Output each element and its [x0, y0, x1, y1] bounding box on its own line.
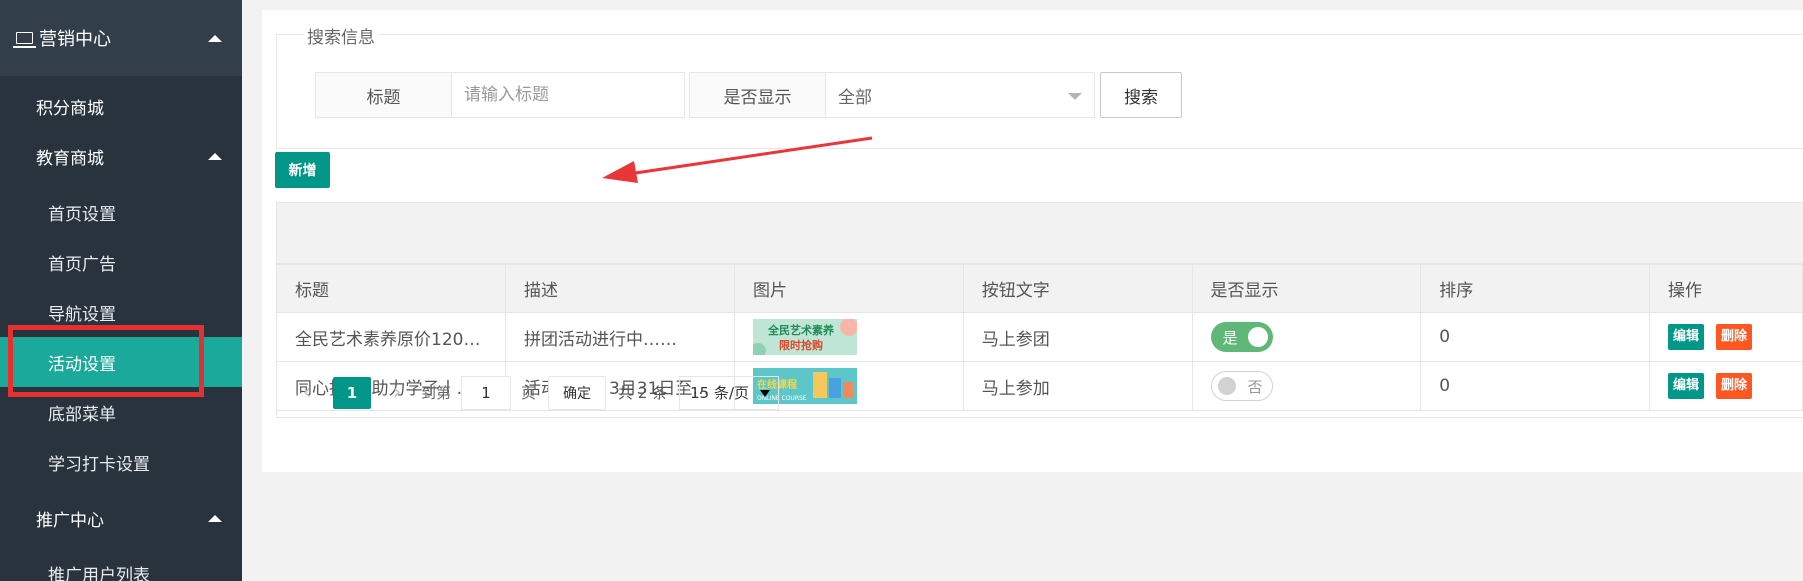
goto-label: 到第 — [421, 384, 452, 402]
cell-actions: 编辑 删除 — [1648, 312, 1803, 362]
title-label: 标题 — [316, 73, 452, 117]
pagination: ‹ 1 › 到第 页 确定 共 2 条 15 条/页 — [276, 368, 1803, 418]
title-search-group: 标题 — [315, 72, 685, 118]
sidebar-item-edu-mall[interactable]: 教育商城 — [0, 131, 242, 181]
col-header-image: 图片 — [733, 264, 964, 313]
col-header-sort: 排序 — [1420, 264, 1650, 313]
col-header-title: 标题 — [276, 264, 506, 313]
table-header-row: 标题 描述 图片 按钮文字 是否显示 排序 操作 — [276, 264, 1803, 313]
table-row: 全民艺术素养原价120… 拼团活动进行中…… 全民艺术素养 限时抢购 马上参团 … — [276, 312, 1803, 362]
monitor-icon — [13, 32, 36, 48]
dropdown-caret-icon — [1068, 93, 1082, 100]
annotation-arrow — [602, 136, 873, 183]
next-page-icon[interactable]: › — [387, 380, 407, 405]
delete-button[interactable]: 删除 — [1716, 324, 1753, 350]
col-header-show: 是否显示 — [1191, 264, 1422, 313]
edit-button[interactable]: 编辑 — [1667, 324, 1704, 350]
page-size-value: 15 条/页 — [690, 384, 750, 402]
chevron-up-icon — [208, 514, 222, 522]
current-page[interactable]: 1 — [333, 376, 371, 409]
sidebar-item-label: 底部菜单 — [48, 404, 116, 425]
sidebar-item-promo-center[interactable]: 推广中心 — [0, 493, 242, 543]
show-toggle[interactable]: 是 — [1210, 322, 1273, 352]
sidebar-item-label: 学习打卡设置 — [48, 454, 150, 475]
cell-desc: 拼团活动进行中…… — [504, 312, 735, 362]
activity-thumbnail[interactable]: 全民艺术素养 限时抢购 — [752, 319, 857, 355]
sidebar-item-points-mall[interactable]: 积分商城 — [0, 81, 242, 131]
chevron-up-icon — [208, 152, 222, 160]
goto-page-input[interactable] — [461, 375, 512, 410]
page-size-select[interactable]: 15 条/页 — [679, 375, 780, 410]
sidebar-item-label: 首页设置 — [48, 204, 116, 225]
sidebar-item-promo-users[interactable]: 推广用户列表 — [0, 548, 242, 581]
sidebar-item-label: 导航设置 — [48, 304, 116, 325]
sidebar-item-label: 首页广告 — [48, 254, 116, 275]
col-header-desc: 描述 — [504, 264, 735, 313]
main-panel: 搜索信息 标题 是否显示 全部 搜索 新增 标题 — [262, 10, 1803, 472]
cell-image: 全民艺术素养 限时抢购 — [733, 312, 964, 362]
page-unit-label: 页 — [521, 384, 537, 402]
highlight-box — [8, 325, 204, 397]
sidebar-section-label: 营销中心 — [39, 29, 111, 50]
toggle-knob — [1247, 327, 1268, 347]
show-filter-label: 是否显示 — [690, 73, 826, 117]
toggle-label: 是 — [1222, 328, 1238, 347]
search-button[interactable]: 搜索 — [1100, 72, 1182, 118]
show-filter-select[interactable]: 全部 — [826, 73, 1094, 117]
search-row: 标题 是否显示 全部 搜索 — [315, 72, 1182, 118]
sidebar-item-home-ads[interactable]: 首页广告 — [0, 237, 242, 287]
prev-page-icon[interactable]: ‹ — [297, 380, 317, 405]
cell-show: 是 — [1191, 312, 1422, 362]
show-filter-group: 是否显示 全部 — [689, 72, 1095, 118]
chevron-up-icon — [208, 34, 222, 42]
thumb-text-1: 全民艺术素养 — [767, 323, 835, 337]
cell-button-text: 马上参团 — [962, 312, 1193, 362]
sidebar-item-study-checkin[interactable]: 学习打卡设置 — [0, 437, 242, 487]
table-toolbar — [276, 202, 1803, 264]
goto-confirm-button[interactable]: 确定 — [548, 375, 607, 410]
cell-title: 全民艺术素养原价120… — [276, 312, 506, 362]
sidebar-item-label: 积分商城 — [36, 98, 104, 119]
sidebar-item-home-settings[interactable]: 首页设置 — [0, 187, 242, 237]
sidebar-section-marketing[interactable]: 营销中心 — [0, 0, 242, 76]
search-fieldset: 搜索信息 标题 是否显示 全部 搜索 — [276, 23, 1803, 149]
sidebar-item-label: 推广用户列表 — [48, 565, 150, 581]
dropdown-caret-icon — [760, 389, 771, 397]
sidebar: 营销中心 积分商城 教育商城 首页设置 首页广告 导航设置 活动设置 底部菜单 … — [0, 0, 242, 581]
col-header-actions: 操作 — [1648, 264, 1803, 313]
total-count: 共 2 条 — [618, 384, 668, 402]
title-search-input[interactable] — [452, 73, 684, 117]
show-filter-value: 全部 — [838, 87, 872, 108]
thumb-text-2: 限时抢购 — [779, 338, 823, 352]
sidebar-item-label: 推广中心 — [36, 510, 104, 531]
col-header-button-text: 按钮文字 — [962, 264, 1193, 313]
sidebar-item-label: 教育商城 — [36, 148, 104, 169]
search-legend: 搜索信息 — [303, 23, 379, 48]
add-button[interactable]: 新增 — [275, 152, 330, 188]
cell-sort: 0 — [1420, 312, 1650, 362]
